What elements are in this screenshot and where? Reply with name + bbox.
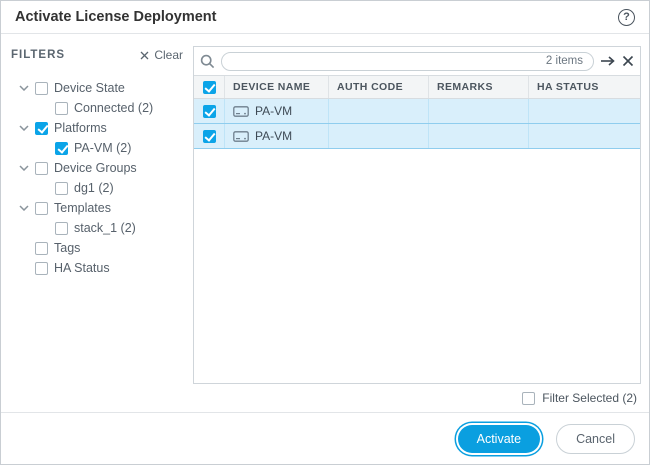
filter-item-stack-1[interactable]: stack_1 (2) xyxy=(11,218,183,238)
chevron-down-icon[interactable] xyxy=(19,123,29,133)
column-header-auth-code[interactable]: AUTH CODE xyxy=(328,76,428,98)
dialog-title: Activate License Deployment xyxy=(15,9,216,25)
filter-item-ha-status[interactable]: HA Status xyxy=(11,258,183,278)
column-header-device-name[interactable]: DEVICE NAME xyxy=(224,76,328,98)
device-icon xyxy=(233,131,249,142)
filter-selected-row: Filter Selected (2) xyxy=(193,384,641,412)
row-select-cell xyxy=(194,99,224,123)
filter-label: PA-VM (2) xyxy=(74,141,131,155)
filter-label: Platforms xyxy=(54,121,107,135)
search-icon xyxy=(200,54,215,69)
checkbox-device-groups[interactable] xyxy=(35,162,48,175)
filter-label: HA Status xyxy=(54,261,110,275)
remarks-cell xyxy=(428,124,528,148)
device-name-cell: PA-VM xyxy=(224,99,328,123)
device-table-panel: 2 items DEVICE NAME AUTH CODE xyxy=(193,46,641,412)
filter-selected-checkbox[interactable] xyxy=(522,392,535,405)
device-name-cell: PA-VM xyxy=(224,124,328,148)
filters-title: FILTERS xyxy=(11,49,65,61)
filter-item-templates[interactable]: Templates xyxy=(11,198,183,218)
filter-label: Connected (2) xyxy=(74,101,153,115)
filter-item-pa-vm[interactable]: PA-VM (2) xyxy=(11,138,183,158)
table-empty-area xyxy=(194,149,640,383)
dialog-titlebar: Activate License Deployment ? xyxy=(1,1,649,34)
filter-tree: Device State Connected (2) Platforms PA-… xyxy=(11,78,183,278)
auth-code-cell xyxy=(328,99,428,123)
filter-item-platforms[interactable]: Platforms xyxy=(11,118,183,138)
device-name: PA-VM xyxy=(255,129,292,143)
table-row[interactable]: PA-VM xyxy=(194,99,640,124)
cancel-button[interactable]: Cancel xyxy=(556,424,635,454)
checkbox-pa-vm[interactable] xyxy=(55,142,68,155)
filter-label: Templates xyxy=(54,201,111,215)
filter-selected-label: Filter Selected (2) xyxy=(542,391,637,405)
checkbox-ha-status[interactable] xyxy=(35,262,48,275)
select-all-cell xyxy=(194,76,224,98)
reset-search-x-icon[interactable] xyxy=(622,55,634,67)
table-row[interactable]: PA-VM xyxy=(194,124,640,149)
device-icon xyxy=(233,106,249,117)
ha-status-cell xyxy=(528,99,640,123)
ha-status-cell xyxy=(528,124,640,148)
filters-panel: FILTERS Clear Device State xyxy=(1,34,193,412)
filter-label: Tags xyxy=(54,241,80,255)
filter-label: stack_1 (2) xyxy=(74,221,136,235)
apply-search-arrow-icon[interactable] xyxy=(600,55,616,67)
filter-item-device-groups[interactable]: Device Groups xyxy=(11,158,183,178)
items-count-badge: 2 items xyxy=(546,55,583,67)
row-select-cell xyxy=(194,124,224,148)
checkbox-platforms[interactable] xyxy=(35,122,48,135)
filter-item-connected[interactable]: Connected (2) xyxy=(11,98,183,118)
chevron-down-icon[interactable] xyxy=(19,163,29,173)
filter-label: Device Groups xyxy=(54,161,137,175)
auth-code-cell xyxy=(328,124,428,148)
checkbox-device-state[interactable] xyxy=(35,82,48,95)
search-row: 2 items xyxy=(194,47,640,75)
row-checkbox[interactable] xyxy=(203,105,216,118)
help-icon[interactable]: ? xyxy=(618,9,635,26)
activate-license-deployment-dialog: Activate License Deployment ? FILTERS Cl… xyxy=(0,0,650,465)
checkbox-stack-1[interactable] xyxy=(55,222,68,235)
checkbox-tags[interactable] xyxy=(35,242,48,255)
filters-header: FILTERS Clear xyxy=(11,48,183,62)
chevron-down-icon[interactable] xyxy=(19,83,29,93)
clear-x-icon xyxy=(140,51,149,60)
table-header: DEVICE NAME AUTH CODE REMARKS HA STATUS xyxy=(194,75,640,99)
device-table-box: 2 items DEVICE NAME AUTH CODE xyxy=(193,46,641,384)
search-input[interactable]: 2 items xyxy=(221,52,594,71)
select-all-checkbox[interactable] xyxy=(203,81,216,94)
filter-item-tags[interactable]: Tags xyxy=(11,238,183,258)
filter-label: dg1 (2) xyxy=(74,181,114,195)
chevron-down-icon[interactable] xyxy=(19,203,29,213)
checkbox-templates[interactable] xyxy=(35,202,48,215)
dialog-content: FILTERS Clear Device State xyxy=(1,34,649,412)
checkbox-dg1[interactable] xyxy=(55,182,68,195)
filter-item-device-state[interactable]: Device State xyxy=(11,78,183,98)
activate-button[interactable]: Activate xyxy=(458,425,540,453)
remarks-cell xyxy=(428,99,528,123)
filter-label: Device State xyxy=(54,81,125,95)
column-header-ha-status[interactable]: HA STATUS xyxy=(528,76,640,98)
dialog-footer: Activate Cancel xyxy=(1,412,649,464)
checkbox-connected[interactable] xyxy=(55,102,68,115)
clear-label: Clear xyxy=(154,48,183,62)
clear-filters-button[interactable]: Clear xyxy=(140,48,183,62)
column-header-remarks[interactable]: REMARKS xyxy=(428,76,528,98)
device-name: PA-VM xyxy=(255,104,292,118)
row-checkbox[interactable] xyxy=(203,130,216,143)
filter-item-dg1[interactable]: dg1 (2) xyxy=(11,178,183,198)
